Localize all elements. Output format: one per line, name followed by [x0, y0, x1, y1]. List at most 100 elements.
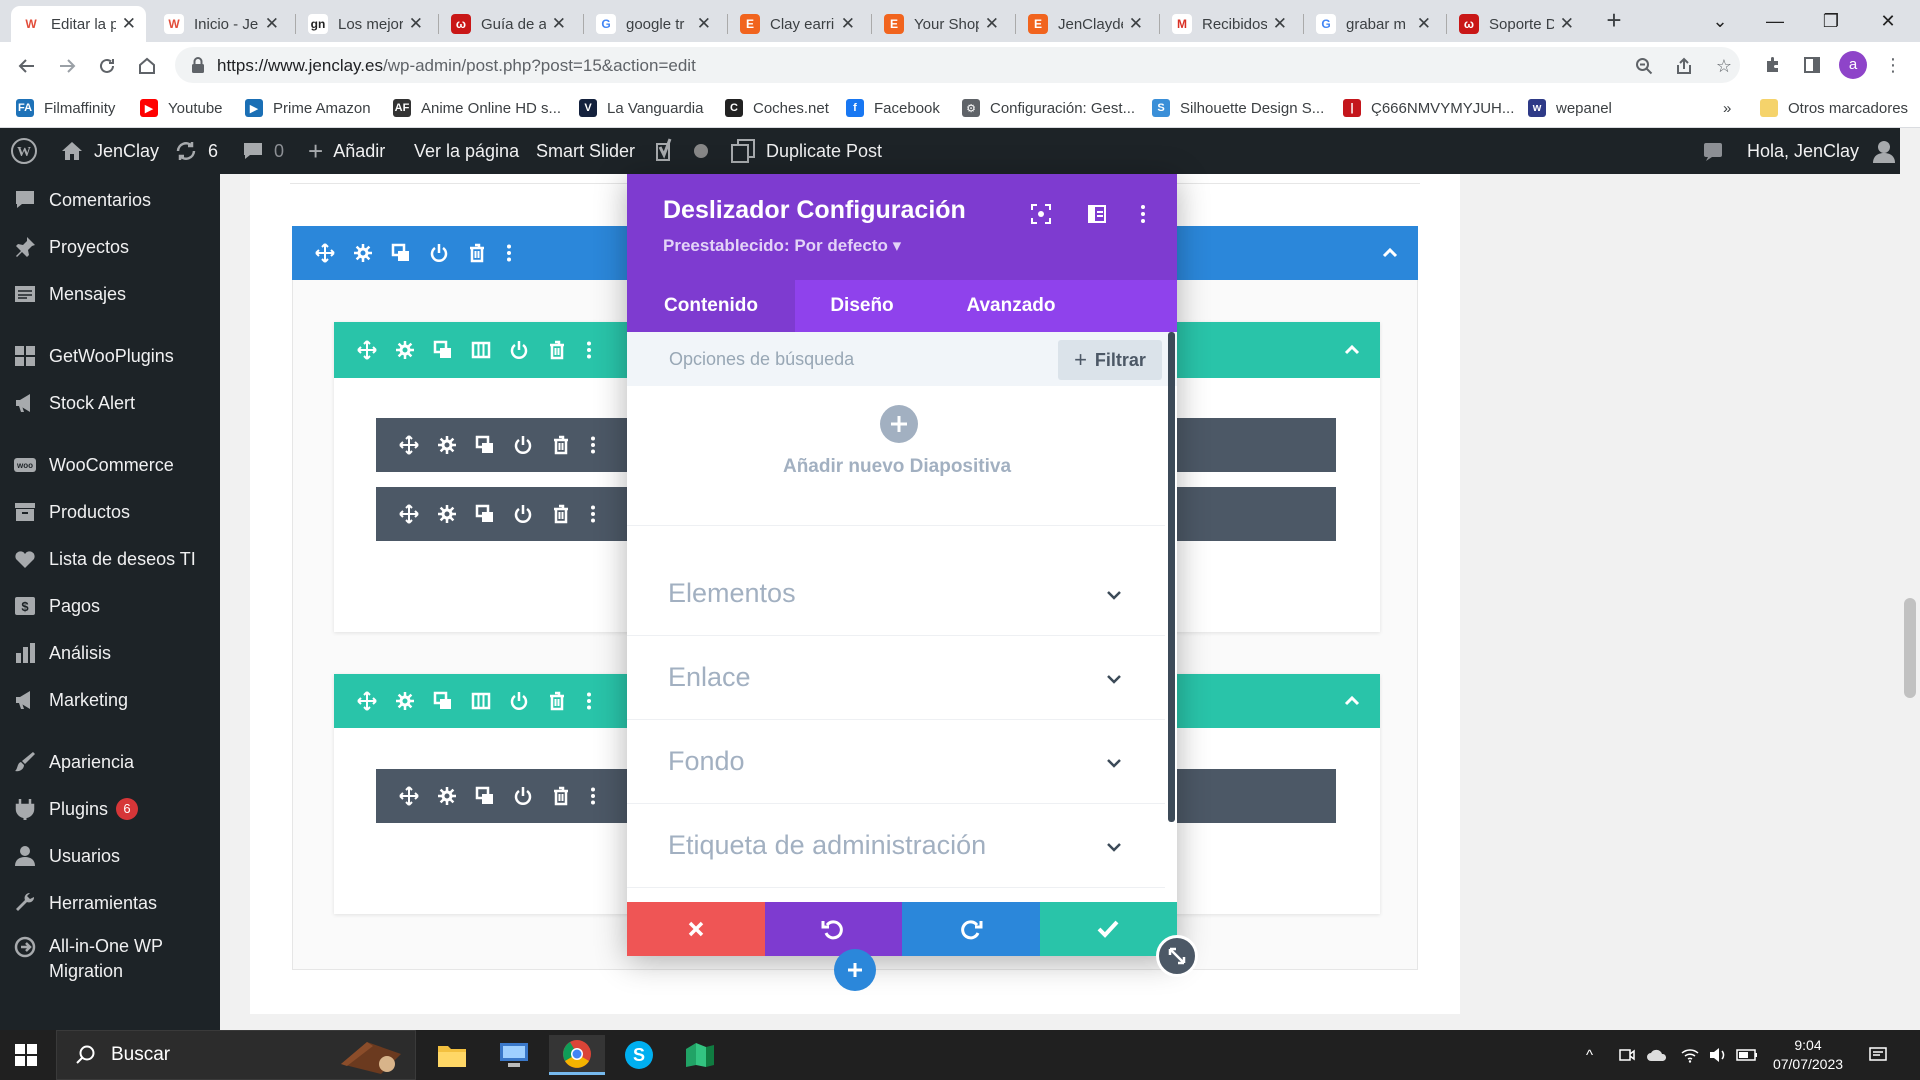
bookmark-item[interactable]: ⚙ Configuración: Gest...	[962, 96, 1135, 120]
tab-close-icon[interactable]: ✕	[1560, 14, 1574, 34]
onedrive-icon[interactable]	[1646, 1030, 1668, 1080]
move-icon[interactable]	[348, 686, 386, 716]
move-icon[interactable]	[390, 430, 428, 460]
power-icon[interactable]	[420, 238, 458, 268]
accordion-elementos[interactable]: Elementos	[627, 552, 1165, 636]
restore-icon[interactable]: ❐	[1803, 0, 1859, 42]
settings-icon[interactable]	[344, 238, 382, 268]
tab-close-icon[interactable]: ✕	[1129, 14, 1143, 34]
comments-link[interactable]: 0	[242, 128, 284, 174]
power-icon[interactable]	[500, 335, 538, 365]
duplicate-icon[interactable]	[382, 238, 420, 268]
columns-icon[interactable]	[462, 686, 500, 716]
more-options-icon[interactable]	[580, 781, 606, 811]
url-text[interactable]: https://www.jenclay.es/wp-admin/post.php…	[217, 56, 696, 76]
trash-icon[interactable]	[458, 238, 496, 268]
bookmark-item[interactable]: w wepanel	[1528, 96, 1612, 120]
browser-tab[interactable]: Ggoogle tr ✕	[586, 6, 721, 42]
bookmark-item[interactable]: AF Anime Online HD s...	[393, 96, 561, 120]
bookmark-item[interactable]: V La Vanguardia	[579, 96, 703, 120]
view-page-link[interactable]: Ver la página	[414, 128, 519, 174]
row-collapse-icon[interactable]	[1342, 691, 1362, 711]
modal-resize-handle[interactable]	[1156, 935, 1198, 977]
sidebar-item-marketing[interactable]: Marketing	[0, 680, 220, 720]
sidebar-item-proyectos[interactable]: Proyectos	[0, 227, 220, 267]
expand-modal-icon[interactable]	[1029, 202, 1053, 226]
sidebar-item-stock-alert[interactable]: Stock Alert	[0, 383, 220, 423]
sidebar-item-productos[interactable]: Productos	[0, 492, 220, 532]
more-options-icon[interactable]	[576, 335, 602, 365]
bookmark-star-icon[interactable]: ☆	[1713, 55, 1735, 77]
address-bar[interactable]: https://www.jenclay.es/wp-admin/post.php…	[175, 47, 1740, 83]
tab-close-icon[interactable]: ✕	[1417, 14, 1431, 34]
tab-diseno[interactable]: Diseño	[795, 280, 929, 332]
extensions-icon[interactable]	[1762, 54, 1784, 76]
accordion-enlace[interactable]: Enlace	[627, 636, 1165, 720]
browser-tab[interactable]: W Editar la p ✕	[11, 6, 146, 42]
search-options-input[interactable]	[647, 340, 1047, 378]
chrome-taskbar-icon[interactable]	[549, 1035, 605, 1075]
tab-close-icon[interactable]: ✕	[1273, 14, 1287, 34]
share-icon[interactable]	[1673, 55, 1695, 77]
yoast-seo-icon[interactable]	[654, 128, 678, 174]
tab-close-icon[interactable]: ✕	[122, 14, 136, 34]
more-bookmarks-button[interactable]: »	[1723, 96, 1731, 120]
tab-close-icon[interactable]: ✕	[409, 14, 423, 34]
more-options-icon[interactable]	[1131, 202, 1155, 226]
preset-dropdown[interactable]: Preestablecido: Por defecto ▾	[663, 236, 901, 256]
duplicate-icon[interactable]	[424, 335, 462, 365]
tab-close-icon[interactable]: ✕	[985, 14, 999, 34]
tab-close-icon[interactable]: ✕	[552, 14, 566, 34]
windows-start-icon[interactable]	[14, 1043, 38, 1067]
settings-icon[interactable]	[386, 686, 424, 716]
add-slide-label[interactable]: Añadir nuevo Diapositiva	[627, 456, 1167, 478]
settings-icon[interactable]	[428, 430, 466, 460]
add-section-button[interactable]	[834, 949, 876, 991]
move-icon[interactable]	[306, 238, 344, 268]
modal-header[interactable]: Deslizador Configuración Preestablecido:…	[627, 174, 1177, 280]
columns-icon[interactable]	[462, 335, 500, 365]
trash-icon[interactable]	[538, 335, 576, 365]
sidebar-item-all-in-one-wp[interactable]: All-in-One WP Migration	[0, 930, 220, 982]
browser-tab[interactable]: E Your Shop ✕	[874, 6, 1009, 42]
move-icon[interactable]	[348, 335, 386, 365]
file-explorer-icon[interactable]	[424, 1035, 480, 1075]
sidebar-item-pagos[interactable]: $ Pagos	[0, 586, 220, 626]
tab-close-icon[interactable]: ✕	[841, 14, 855, 34]
smart-slider-link[interactable]: Smart Slider	[536, 128, 635, 174]
browser-tab[interactable]: ω Soporte D ✕	[1449, 6, 1584, 42]
redo-button[interactable]	[902, 902, 1040, 956]
duplicate-icon[interactable]	[466, 499, 504, 529]
notifications-icon[interactable]	[1868, 1030, 1888, 1080]
trash-icon[interactable]	[542, 430, 580, 460]
notification-icon[interactable]	[1702, 128, 1724, 174]
browser-tab[interactable]: Ggrabar m ✕	[1306, 6, 1441, 42]
remote-desktop-icon[interactable]	[486, 1035, 542, 1075]
back-icon[interactable]	[12, 51, 42, 81]
power-icon[interactable]	[504, 430, 542, 460]
taskbar-search[interactable]: Buscar	[56, 1030, 416, 1080]
sidebar-item-apariencia[interactable]: Apariencia	[0, 742, 220, 782]
move-icon[interactable]	[390, 499, 428, 529]
chrome-menu-icon[interactable]: ⋮	[1882, 54, 1904, 76]
sidebar-item-lista-de-deseos-ti[interactable]: Lista de deseos TI	[0, 539, 220, 579]
sidebar-item-usuarios[interactable]: Usuarios	[0, 836, 220, 876]
row-collapse-icon[interactable]	[1342, 340, 1362, 360]
bookmark-item[interactable]: ▶ Prime Amazon	[245, 96, 371, 120]
tab-search-icon[interactable]: ⌄	[1692, 0, 1748, 42]
duplicate-icon[interactable]	[466, 430, 504, 460]
account-menu[interactable]: Hola, JenClay	[1747, 128, 1897, 174]
home-icon[interactable]	[132, 51, 162, 81]
bookmark-item[interactable]: ▶ Youtube	[140, 96, 223, 120]
tray-overflow-icon[interactable]: ^	[1586, 1030, 1593, 1080]
updates-link[interactable]: 6	[174, 128, 218, 174]
lock-icon[interactable]	[189, 56, 207, 74]
sidebar-item-mensajes[interactable]: Mensajes	[0, 274, 220, 314]
meet-now-icon[interactable]	[1618, 1030, 1636, 1080]
browser-tab[interactable]: E Clay earri ✕	[730, 6, 865, 42]
settings-icon[interactable]	[386, 335, 424, 365]
bookmark-item[interactable]: f Facebook	[846, 96, 940, 120]
other-bookmarks-folder[interactable]: Otros marcadores	[1760, 96, 1908, 120]
new-tab-button[interactable]: +	[1600, 6, 1628, 36]
more-options-icon[interactable]	[496, 238, 522, 268]
